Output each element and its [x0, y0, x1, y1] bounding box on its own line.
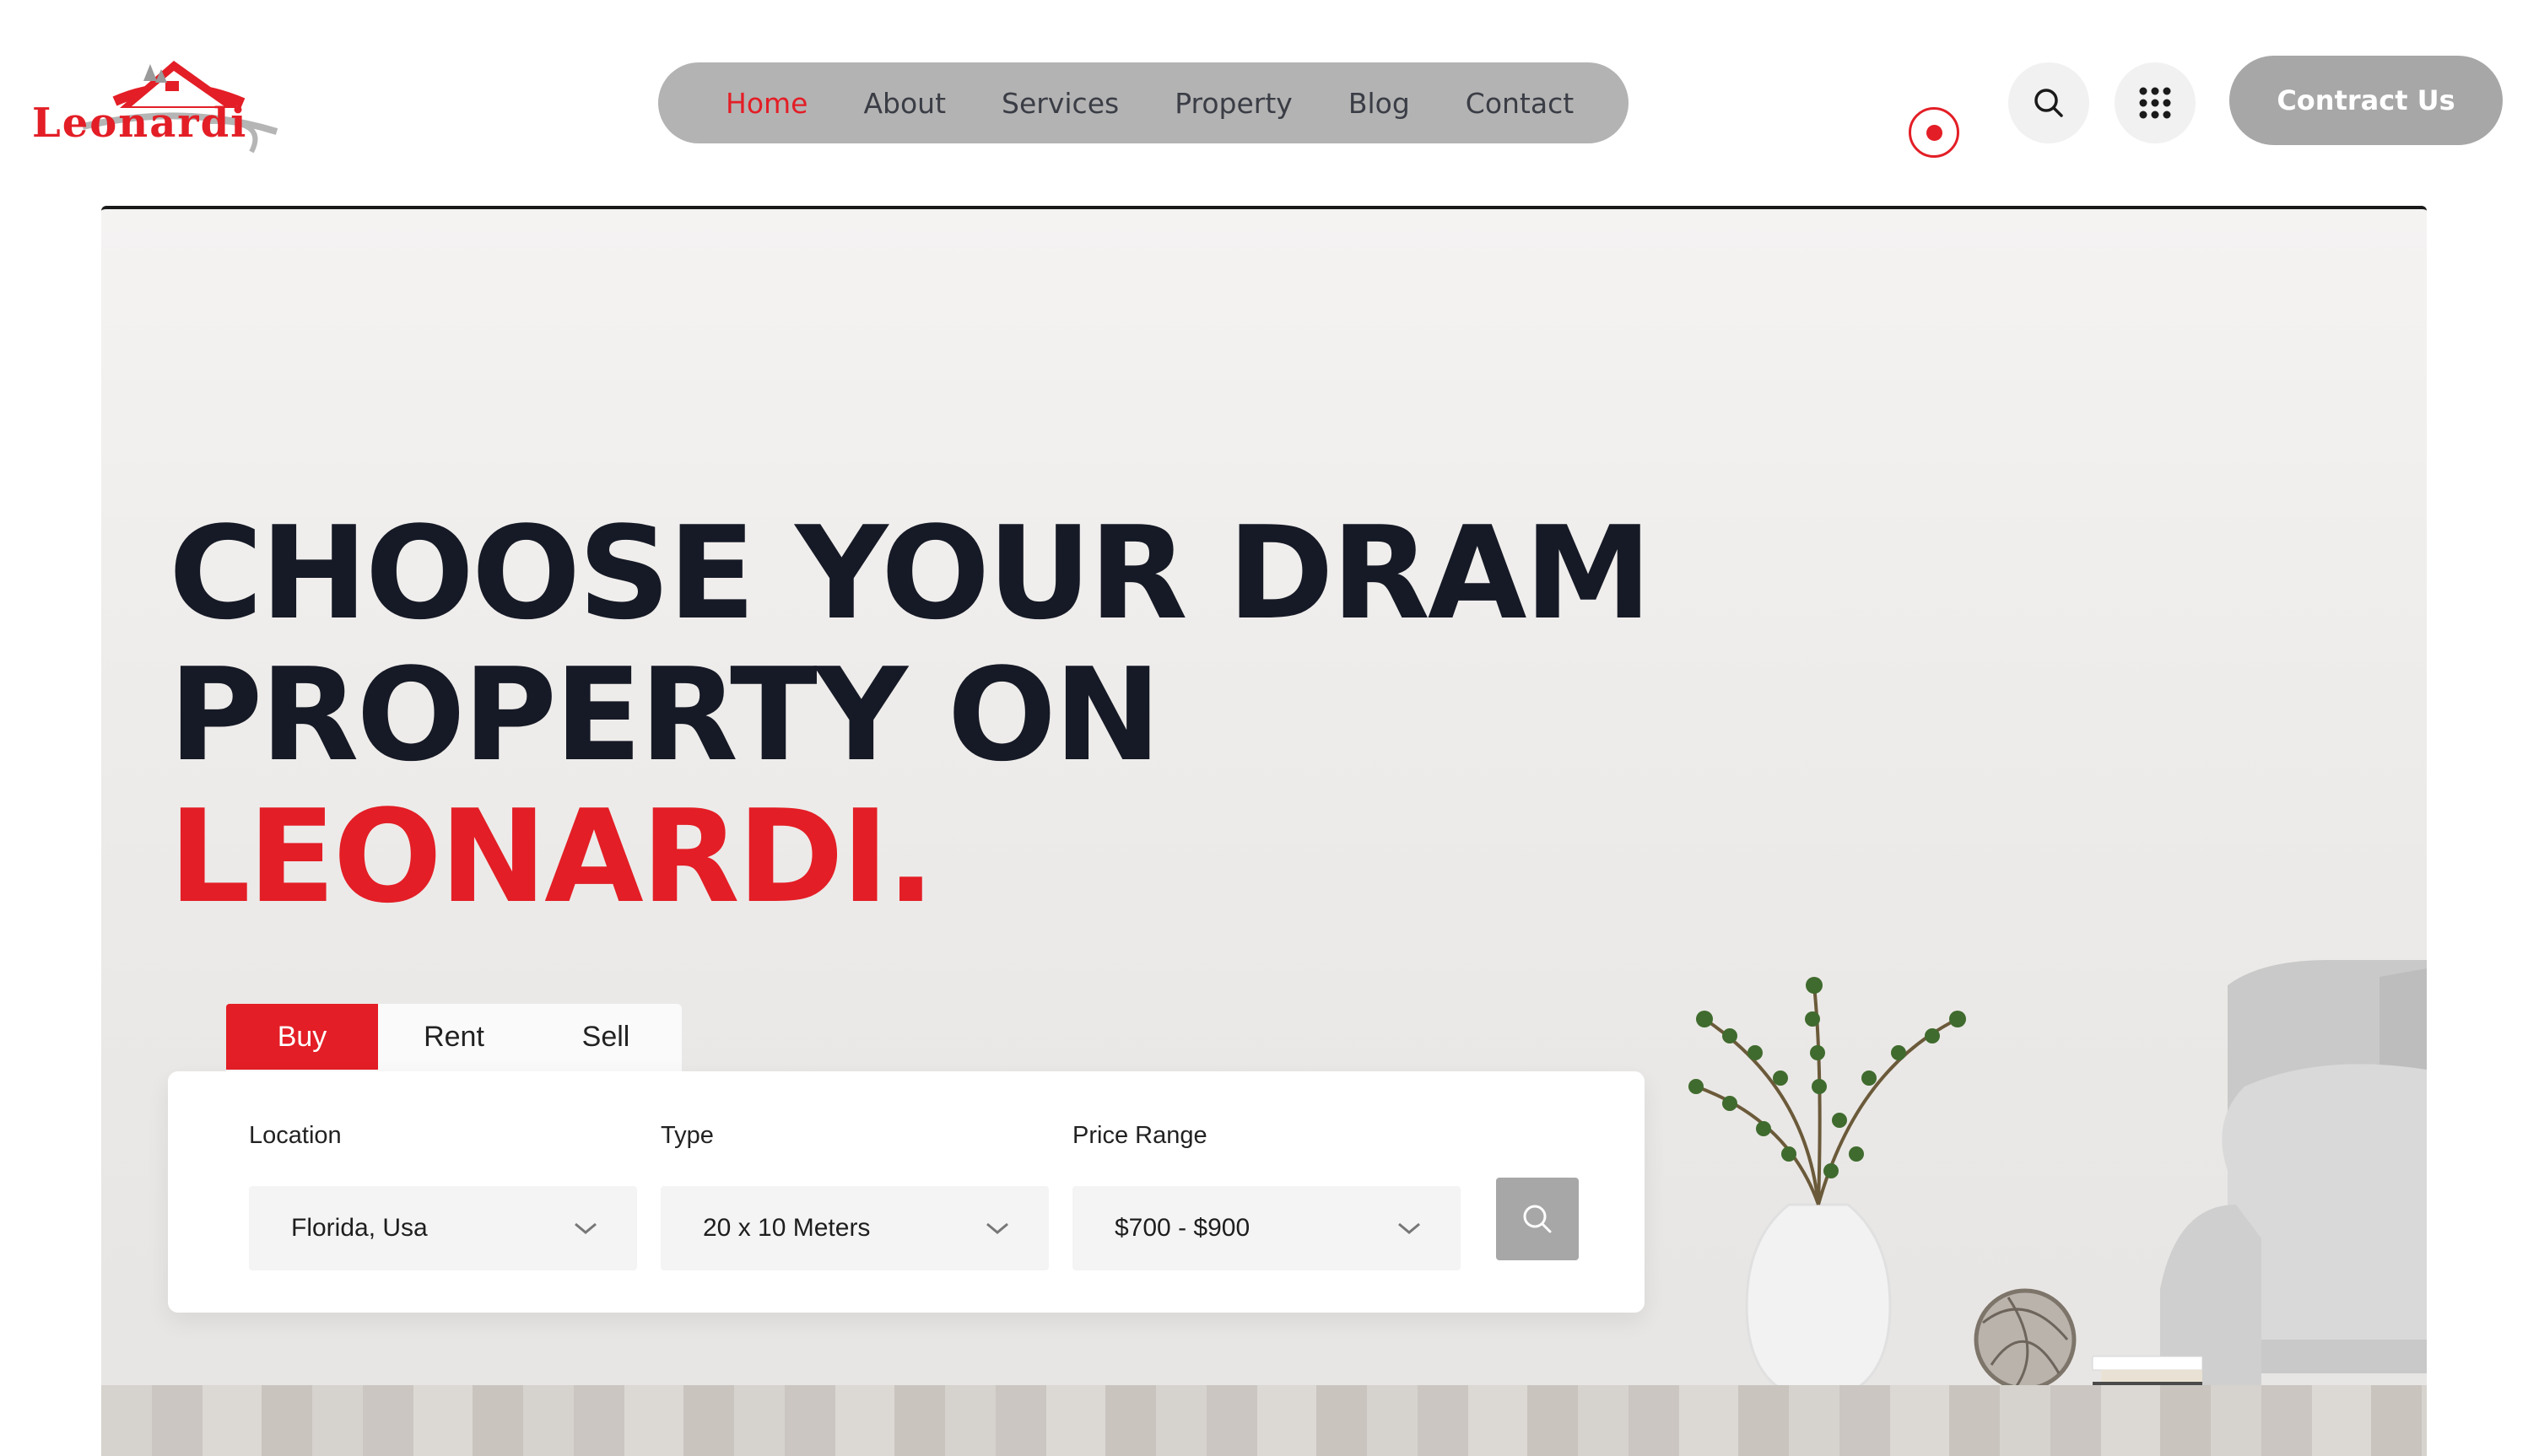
location-select[interactable]: Florida, Usa — [249, 1186, 637, 1270]
nav-services[interactable]: Services — [1002, 87, 1119, 120]
header-menu-button[interactable] — [2115, 62, 2196, 143]
nav-home[interactable]: Home — [726, 87, 808, 120]
price-range-field: Price Range $700 - $900 — [1072, 1122, 1461, 1270]
hero-title: CHOOSE YOUR DRAM PROPERTY ON LEONARDI. — [169, 499, 1652, 931]
hero-title-line-2: PROPERTY ON — [169, 640, 1161, 790]
location-value: Florida, Usa — [291, 1214, 428, 1242]
nav-property[interactable]: Property — [1175, 87, 1293, 120]
tab-sell[interactable]: Sell — [530, 1004, 682, 1070]
nav-contact[interactable]: Contact — [1466, 87, 1574, 120]
nav-blog[interactable]: Blog — [1348, 87, 1410, 120]
price-range-value: $700 - $900 — [1115, 1214, 1250, 1242]
type-select[interactable]: 20 x 10 Meters — [661, 1186, 1049, 1270]
property-search-card: Location Florida, Usa Type 20 x 10 Meter… — [168, 1071, 1645, 1313]
tab-buy[interactable]: Buy — [226, 1004, 378, 1070]
search-submit-button[interactable] — [1496, 1178, 1579, 1260]
record-indicator-icon[interactable] — [1909, 107, 1959, 158]
price-range-label: Price Range — [1072, 1122, 1207, 1149]
tab-rent[interactable]: Rent — [378, 1004, 530, 1070]
hero-title-brand: LEONARDI. — [169, 782, 935, 931]
contact-us-button[interactable]: Contract Us — [2229, 56, 2503, 145]
type-field: Type 20 x 10 Meters — [661, 1122, 1049, 1270]
search-icon — [1523, 1205, 1552, 1233]
logo[interactable]: Leonardi — [32, 44, 282, 154]
nav-about[interactable]: About — [863, 87, 946, 120]
logo-text: Leonardi — [32, 100, 248, 147]
floor-strip — [101, 1385, 2427, 1456]
chevron-down-icon — [575, 1222, 597, 1234]
listing-type-tabs: Buy Rent Sell — [226, 1004, 682, 1071]
location-field: Location Florida, Usa — [249, 1122, 637, 1270]
main-nav: Home About Services Property Blog Contac… — [658, 62, 1629, 143]
type-label: Type — [661, 1122, 714, 1149]
hero-section: CHOOSE YOUR DRAM PROPERTY ON LEONARDI. B… — [101, 206, 2427, 1456]
living-room-illustration — [1536, 960, 2427, 1456]
search-icon — [2034, 89, 2063, 117]
hero-title-line-1: CHOOSE YOUR DRAM — [169, 499, 1652, 648]
chevron-down-icon — [1398, 1222, 1420, 1234]
grid-dots-icon — [2139, 87, 2171, 119]
header-search-button[interactable] — [2008, 62, 2089, 143]
location-label: Location — [249, 1122, 342, 1149]
chevron-down-icon — [986, 1222, 1008, 1234]
type-value: 20 x 10 Meters — [703, 1214, 871, 1242]
price-range-select[interactable]: $700 - $900 — [1072, 1186, 1461, 1270]
